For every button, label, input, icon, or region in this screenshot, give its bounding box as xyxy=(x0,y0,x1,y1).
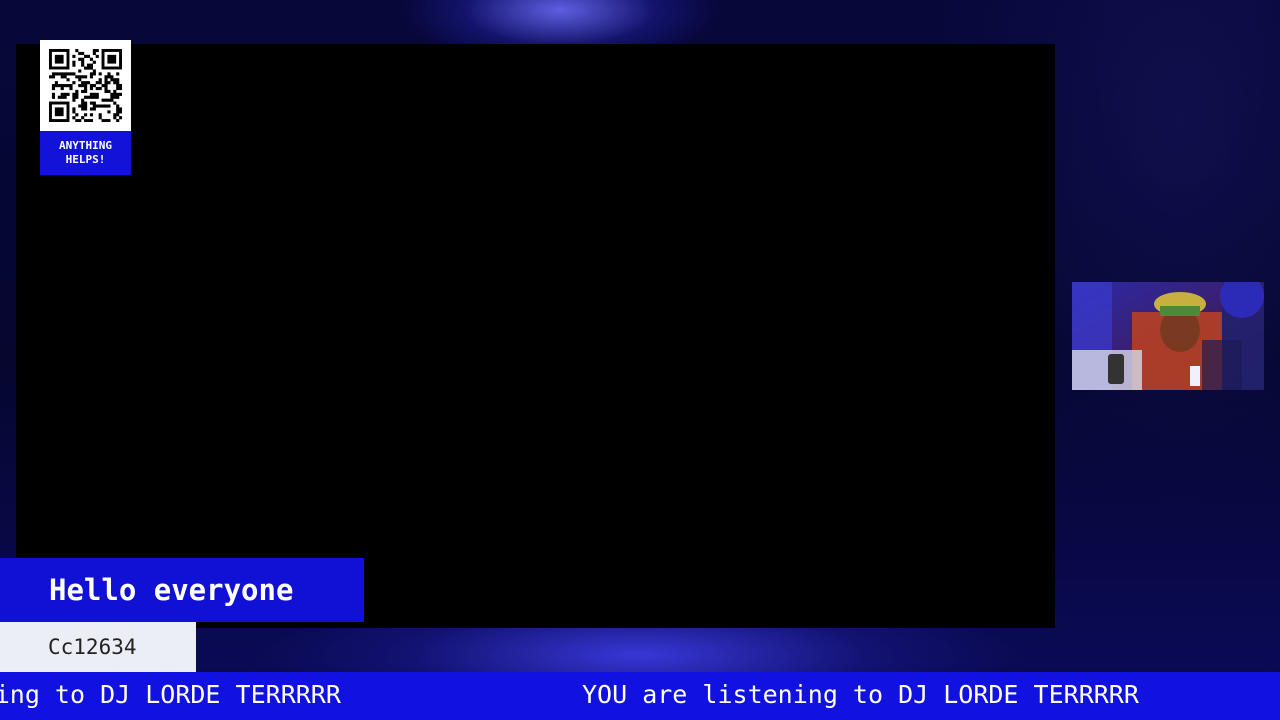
main-video-area xyxy=(16,44,1055,628)
webcam-overlay xyxy=(1072,282,1264,390)
chat-message-box: Hello everyone xyxy=(0,558,364,622)
ticker-text-1: YOU are listening to DJ LORDE TERRRRR xyxy=(0,680,341,709)
donation-caption-line2: HELPS! xyxy=(65,153,106,166)
donation-caption: ANYTHING HELPS! xyxy=(40,139,131,167)
webcam-feed-image xyxy=(1072,282,1264,390)
chat-username-box: Cc12634 xyxy=(0,622,196,672)
qr-code-icon xyxy=(49,49,122,122)
chat-message-text: Hello everyone xyxy=(49,573,294,607)
ticker-text-2: YOU are listening to DJ LORDE TERRRRR xyxy=(582,680,1139,709)
qr-code xyxy=(40,40,131,131)
scrolling-ticker: YOU are listening to DJ LORDE TERRRRR YO… xyxy=(0,672,1280,720)
donation-caption-line1: ANYTHING xyxy=(59,139,112,152)
chat-username: Cc12634 xyxy=(48,635,137,659)
donation-qr-card: ANYTHING HELPS! xyxy=(40,40,131,175)
